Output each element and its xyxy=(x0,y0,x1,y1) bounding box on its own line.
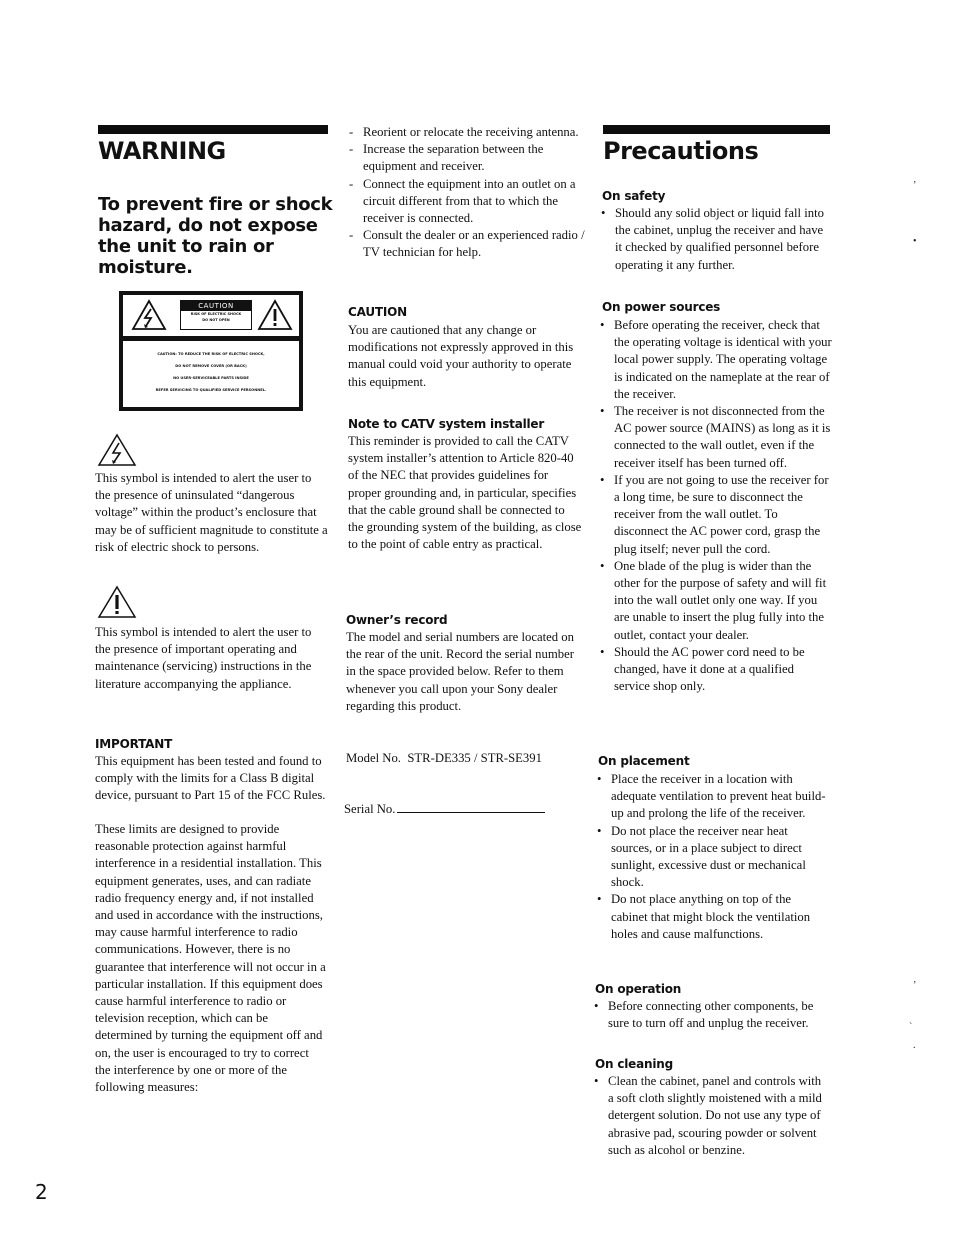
caution-label-header: CAUTION xyxy=(181,301,251,311)
lightning-triangle-icon xyxy=(131,299,167,330)
serial-number-label: Serial No. xyxy=(344,802,396,816)
on-power-sources-heading: On power sources xyxy=(602,300,721,314)
model-number-value: STR-DE335 / STR-SE391 xyxy=(407,751,542,765)
warning-title-rule xyxy=(98,125,328,134)
on-cleaning-heading: On cleaning xyxy=(595,1057,673,1071)
exclamation-symbol-icon xyxy=(97,585,137,618)
lightning-symbol-description: This symbol is intended to alert the use… xyxy=(95,471,328,554)
important-paragraph-1: This equipment has been tested and found… xyxy=(95,754,326,803)
caution-text: You are cautioned that any change or mod… xyxy=(348,323,574,389)
warning-title: WARNING xyxy=(98,137,226,165)
on-safety-heading: On safety xyxy=(602,189,666,203)
hazard-statement: To prevent fire or shock hazard, do not … xyxy=(98,194,333,278)
catv-text: This reminder is provided to call the CA… xyxy=(348,434,582,552)
precaution-item: Do not place the receiver near heat sour… xyxy=(593,823,829,892)
measure-item: Connect the equipment into an outlet on … xyxy=(345,176,585,228)
caution-label-box: CAUTION RISK OF ELECTRIC SHOCK DO NOT OP… xyxy=(180,300,252,330)
scan-speck: . xyxy=(913,1040,916,1051)
owners-record-heading: Owner’s record xyxy=(346,613,448,627)
measure-item: Consult the dealer or an experienced rad… xyxy=(345,227,585,261)
caution-label-line-3: NO USER-SERVICEABLE PARTS INSIDE xyxy=(173,376,249,380)
page-number: 2 xyxy=(35,1180,48,1204)
important-paragraph-2: These limits are designed to provide rea… xyxy=(95,822,326,1095)
on-power-sources-list: Before operating the receiver, check tha… xyxy=(596,317,832,695)
precaution-item: If you are not going to use the receiver… xyxy=(596,472,832,558)
precaution-item: Before operating the receiver, check tha… xyxy=(596,317,832,403)
caution-label-sub-2: DO NOT OPEN xyxy=(202,318,230,322)
exclamation-symbol-description: This symbol is intended to alert the use… xyxy=(95,625,312,691)
lightning-symbol-icon xyxy=(97,433,137,466)
precaution-item: Clean the cabinet, panel and controls wi… xyxy=(590,1073,828,1159)
on-placement-heading: On placement xyxy=(598,754,690,768)
precautions-title-rule xyxy=(603,125,830,134)
on-safety-list: Should any solid object or liquid fall i… xyxy=(597,205,832,274)
precaution-item: Should any solid object or liquid fall i… xyxy=(597,205,832,274)
precautions-title: Precautions xyxy=(603,137,759,165)
precaution-item: One blade of the plug is wider than the … xyxy=(596,558,832,644)
caution-heading: CAUTION xyxy=(348,305,407,319)
caution-label-top: CAUTION RISK OF ELECTRIC SHOCK DO NOT OP… xyxy=(123,295,299,336)
precaution-item: Do not place anything on top of the cabi… xyxy=(593,891,829,943)
model-number-row: Model No. STR-DE335 / STR-SE391 xyxy=(346,750,542,767)
model-number-label: Model No. xyxy=(346,751,401,765)
scan-speck: ’ xyxy=(913,180,917,191)
on-cleaning-list: Clean the cabinet, panel and controls wi… xyxy=(590,1073,828,1159)
precaution-item: Place the receiver in a location with ad… xyxy=(593,771,829,823)
exclamation-triangle-icon xyxy=(257,299,293,330)
catv-heading: Note to CATV system installer xyxy=(348,417,545,431)
measure-item: Increase the separation between the equi… xyxy=(345,141,585,175)
owners-record-text: The model and serial numbers are located… xyxy=(346,630,574,713)
scan-speck: ’ xyxy=(913,980,917,991)
precaution-item: Before connecting other components, be s… xyxy=(590,998,828,1032)
on-operation-list: Before connecting other components, be s… xyxy=(590,998,828,1032)
serial-number-field[interactable] xyxy=(397,800,546,813)
on-operation-heading: On operation xyxy=(595,982,682,996)
measure-item: Reorient or relocate the receiving anten… xyxy=(345,124,585,141)
important-heading: IMPORTANT xyxy=(95,737,173,751)
scan-speck: • xyxy=(913,236,917,247)
caution-label-image: CAUTION RISK OF ELECTRIC SHOCK DO NOT OP… xyxy=(119,291,303,411)
scan-speck: ` xyxy=(909,1022,913,1033)
on-placement-list: Place the receiver in a location with ad… xyxy=(593,771,829,943)
precaution-item: Should the AC power cord need to be chan… xyxy=(596,644,832,696)
precaution-item: The receiver is not disconnected from th… xyxy=(596,403,832,472)
caution-label-bottom: CAUTION: TO REDUCE THE RISK OF ELECTRIC … xyxy=(123,341,299,407)
interference-measures-list: Reorient or relocate the receiving anten… xyxy=(345,124,585,262)
caution-label-line-2: DO NOT REMOVE COVER (OR BACK) xyxy=(175,364,247,368)
caution-label-line-4: REFER SERVICING TO QUALIFIED SERVICE PER… xyxy=(155,388,267,392)
caution-label-line-1: CAUTION: TO REDUCE THE RISK OF ELECTRIC … xyxy=(157,352,265,356)
serial-number-row: Serial No. xyxy=(344,800,546,818)
